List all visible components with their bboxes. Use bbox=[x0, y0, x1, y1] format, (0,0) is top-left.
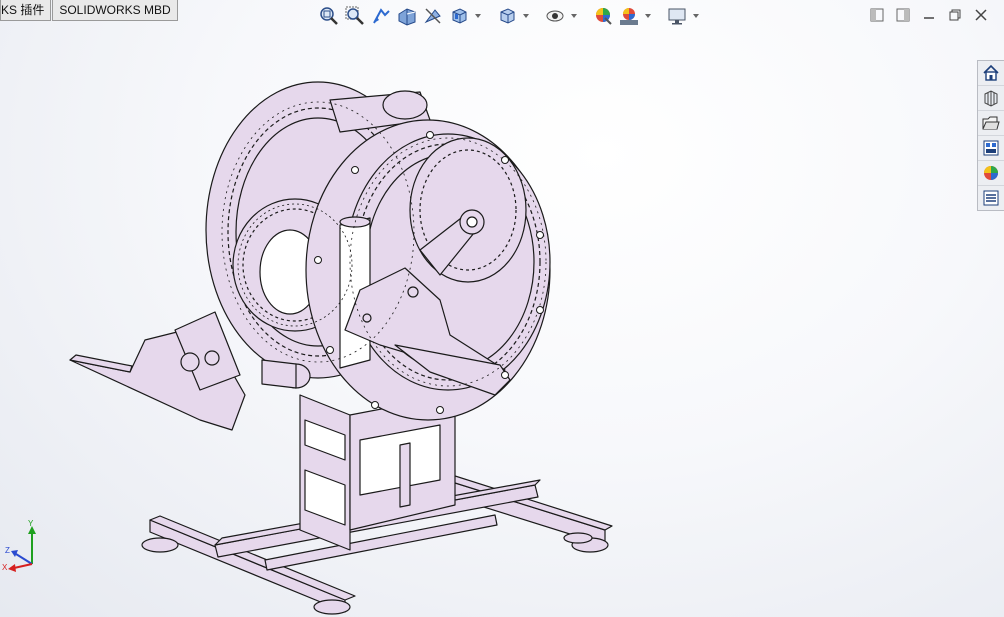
triad-y-label: Y bbox=[28, 519, 34, 528]
triad-x-label: X bbox=[2, 563, 8, 572]
foot bbox=[313, 599, 351, 615]
graphics-area-model[interactable] bbox=[0, 0, 1004, 617]
reference-triad: Y Z X bbox=[2, 519, 36, 572]
triad-z-label: Z bbox=[5, 546, 10, 555]
foot bbox=[141, 537, 179, 553]
